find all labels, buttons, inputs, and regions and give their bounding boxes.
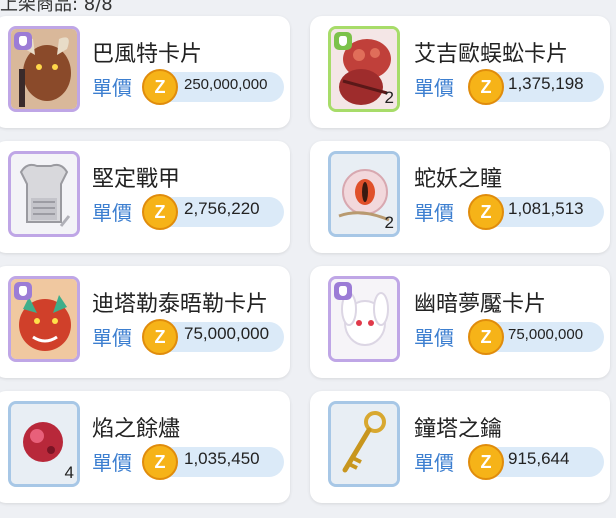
unit-price-label: 單價 xyxy=(92,326,132,350)
item-thumbnail xyxy=(328,401,400,487)
armor-icon xyxy=(11,154,77,234)
zeny-coin-icon xyxy=(468,69,504,105)
item-thumbnail xyxy=(8,151,80,237)
unit-price-label: 單價 xyxy=(414,76,454,100)
zeny-coin-icon xyxy=(468,444,504,480)
item-thumbnail: 2 xyxy=(328,26,400,112)
item-name: 堅定戰甲 xyxy=(92,167,181,192)
card-type-badge-icon xyxy=(334,282,352,300)
item-name: 迪塔勒泰晤勒卡片 xyxy=(92,292,269,317)
zeny-coin-icon xyxy=(142,319,178,355)
listing-card-nightmare-card[interactable]: 幽暗夢魘卡片 單價 75,000,000 xyxy=(310,266,610,378)
item-name: 巴風特卡片 xyxy=(92,42,203,67)
item-price: 1,375,198 xyxy=(508,74,584,93)
listing-card-centipede-card[interactable]: 2 艾吉歐蜈蚣卡片 單價 1,375,198 xyxy=(310,16,610,128)
item-name: 蛇妖之瞳 xyxy=(414,167,503,192)
zeny-coin-icon xyxy=(142,194,178,230)
item-name: 焰之餘燼 xyxy=(92,417,181,442)
listing-card-ember[interactable]: 4 焰之餘燼 單價 1,035,450 xyxy=(0,391,290,503)
listing-count-header: 上架商品: 8/8 xyxy=(0,0,113,15)
item-thumbnail xyxy=(8,26,80,112)
card-type-badge-icon xyxy=(14,32,32,50)
unit-price-label: 單價 xyxy=(92,76,132,100)
clock-tower-key-icon xyxy=(331,404,397,484)
item-price: 75,000,000 xyxy=(184,324,270,343)
item-price: 250,000,000 xyxy=(184,76,268,93)
item-thumbnail xyxy=(8,276,80,362)
unit-price-label: 單價 xyxy=(414,451,454,475)
item-price: 2,756,220 xyxy=(184,199,260,218)
item-price: 915,644 xyxy=(508,449,570,468)
item-name: 幽暗夢魘卡片 xyxy=(414,292,547,317)
listing-card-snake-eye[interactable]: 2 蛇妖之瞳 單價 1,081,513 xyxy=(310,141,610,253)
item-price: 1,081,513 xyxy=(508,199,584,218)
zeny-coin-icon xyxy=(142,444,178,480)
item-price: 1,035,450 xyxy=(184,449,260,468)
item-thumbnail xyxy=(328,276,400,362)
unit-price-label: 單價 xyxy=(92,201,132,225)
unit-price-label: 單價 xyxy=(92,451,132,475)
item-quantity: 4 xyxy=(64,463,74,482)
listing-card-clock-tower-key[interactable]: 鐘塔之鑰 單價 915,644 xyxy=(310,391,610,503)
item-price: 75,000,000 xyxy=(508,326,584,343)
item-thumbnail: 2 xyxy=(328,151,400,237)
zeny-coin-icon xyxy=(468,194,504,230)
item-name: 艾吉歐蜈蚣卡片 xyxy=(414,42,569,67)
card-type-badge-icon xyxy=(334,32,352,50)
item-quantity: 2 xyxy=(384,88,394,107)
unit-price-label: 單價 xyxy=(414,201,454,225)
listing-card-dragon-card[interactable]: 迪塔勒泰晤勒卡片 單價 75,000,000 xyxy=(0,266,290,378)
card-type-badge-icon xyxy=(14,282,32,300)
item-name: 鐘塔之鑰 xyxy=(414,417,503,442)
listing-card-armor[interactable]: 堅定戰甲 單價 2,756,220 xyxy=(0,141,290,253)
listing-card-baphomet-card[interactable]: 巴風特卡片 單價 250,000,000 xyxy=(0,16,290,128)
zeny-coin-icon xyxy=(142,69,178,105)
unit-price-label: 單價 xyxy=(414,326,454,350)
item-quantity: 2 xyxy=(384,213,394,232)
zeny-coin-icon xyxy=(468,319,504,355)
item-thumbnail: 4 xyxy=(8,401,80,487)
